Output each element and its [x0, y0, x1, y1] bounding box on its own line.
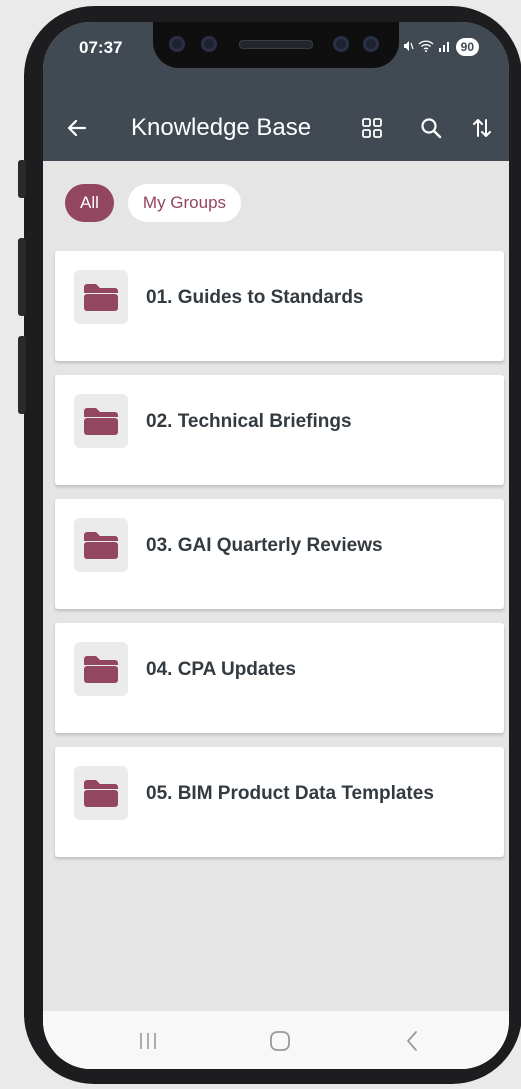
- folder-card[interactable]: 02. Technical Briefings: [55, 375, 504, 485]
- folder-icon: [84, 408, 118, 435]
- folder-card[interactable]: 04. CPA Updates: [55, 623, 504, 733]
- back-arrow-icon[interactable]: [63, 114, 91, 142]
- filter-chip-my-groups[interactable]: My Groups: [127, 184, 242, 222]
- app-screen: 07:37 90 Knowledge Base All My Groups 01…: [43, 22, 509, 1069]
- front-camera: [201, 36, 217, 52]
- app-header: 07:37 90 Knowledge Base: [43, 22, 509, 161]
- folder-card[interactable]: 01. Guides to Standards: [55, 251, 504, 361]
- wifi-icon: [418, 39, 434, 55]
- folder-icon: [84, 532, 118, 559]
- page-title: Knowledge Base: [131, 114, 312, 141]
- folder-card[interactable]: 03. GAI Quarterly Reviews: [55, 499, 504, 609]
- folder-title: 01. Guides to Standards: [146, 287, 364, 308]
- sensor-dot: [333, 36, 349, 52]
- folder-icon: [84, 284, 118, 311]
- sensor-dot: [169, 36, 185, 52]
- system-nav-bar: [43, 1011, 509, 1069]
- mute-icon: [402, 40, 414, 55]
- folder-card[interactable]: 05. BIM Product Data Templates: [55, 747, 504, 857]
- folder-tile: [74, 766, 128, 820]
- toolbar: Knowledge Base: [43, 100, 509, 156]
- folder-list: 01. Guides to Standards 02. Technical Br…: [55, 251, 504, 871]
- earpiece-speaker: [239, 40, 313, 49]
- folder-icon: [84, 780, 118, 807]
- phone-volume-up-button: [18, 238, 26, 316]
- folder-title: 05. BIM Product Data Templates: [146, 783, 434, 804]
- signal-icon: [438, 40, 452, 55]
- battery-indicator: 90: [455, 38, 479, 56]
- folder-title: 04. CPA Updates: [146, 659, 296, 680]
- home-icon[interactable]: [265, 1026, 295, 1056]
- filter-chip-all[interactable]: All: [65, 184, 114, 222]
- sort-icon[interactable]: [468, 114, 496, 142]
- folder-icon: [84, 656, 118, 683]
- phone-volume-down-button: [18, 336, 26, 414]
- camera-notch: [153, 22, 399, 68]
- grid-view-icon[interactable]: [358, 114, 386, 142]
- folder-tile: [74, 270, 128, 324]
- sensor-dot: [363, 36, 379, 52]
- folder-title: 02. Technical Briefings: [146, 411, 352, 432]
- status-time: 07:37: [79, 38, 123, 57]
- status-icons: 90: [402, 38, 479, 56]
- filter-chips: All My Groups: [65, 184, 242, 222]
- folder-title: 03. GAI Quarterly Reviews: [146, 535, 383, 556]
- folder-tile: [74, 518, 128, 572]
- phone-side-button: [18, 160, 26, 198]
- recent-apps-icon[interactable]: [133, 1026, 163, 1056]
- back-icon[interactable]: [397, 1026, 427, 1056]
- folder-tile: [74, 394, 128, 448]
- search-icon[interactable]: [417, 114, 445, 142]
- folder-tile: [74, 642, 128, 696]
